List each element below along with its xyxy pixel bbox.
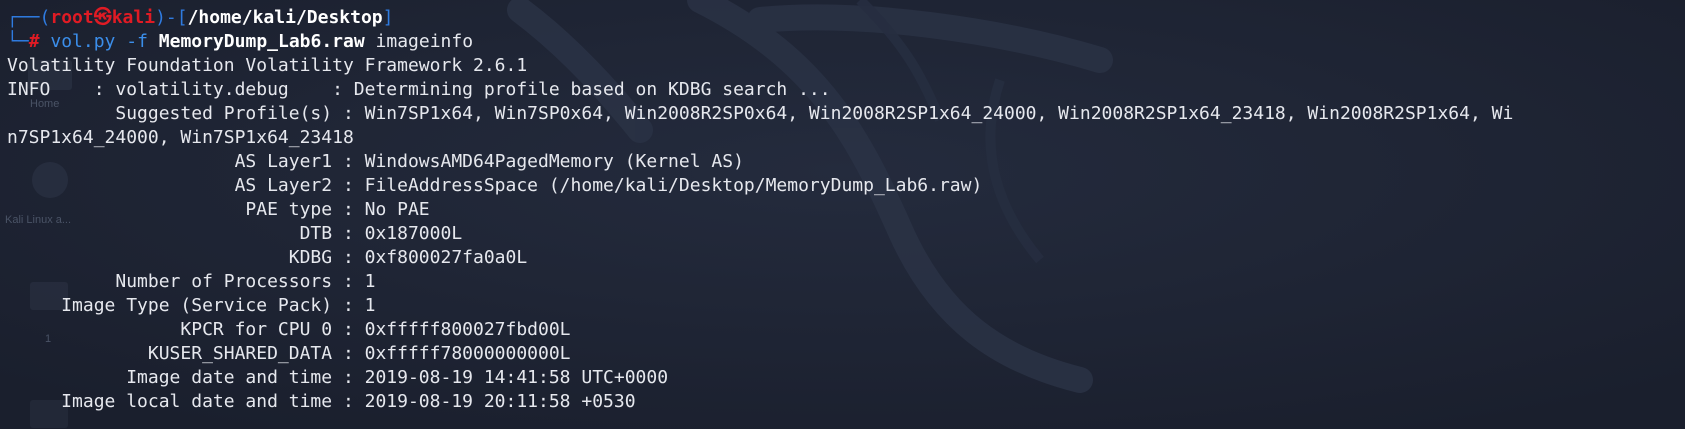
output-line: KDBG : 0xf800027fa0a0L: [7, 247, 528, 268]
command-line[interactable]: └─# vol.py -f MemoryDump_Lab6.raw imagei…: [0, 30, 1685, 54]
command-name: vol.py: [50, 31, 116, 52]
output-line: DTB : 0x187000L: [7, 223, 463, 244]
output-line: INFO : volatility.debug : Determining pr…: [7, 79, 831, 100]
output-line: KUSER_SHARED_DATA : 0xfffff78000000000L: [7, 343, 571, 364]
prompt-corner-top: ┌──(: [7, 7, 51, 28]
output-line: Image local date and time : 2019-08-19 2…: [7, 391, 636, 412]
output-line: Image Type (Service Pack) : 1: [7, 295, 376, 316]
output-line: Number of Processors : 1: [7, 271, 376, 292]
command-plugin: imageinfo: [375, 31, 474, 52]
output-line: AS Layer2 : FileAddressSpace (/home/kali…: [7, 175, 983, 196]
prompt-hash: #: [28, 31, 51, 52]
terminal-window[interactable]: ┌──(root㉿kali)-[/home/kali/Desktop] └─# …: [0, 6, 1685, 414]
prompt-cwd: /home/kali/Desktop: [187, 7, 383, 28]
output-line: KPCR for CPU 0 : 0xfffff800027fbd00L: [7, 319, 571, 340]
prompt-bracket-end: ]: [382, 7, 394, 28]
output-line: Volatility Foundation Volatility Framewo…: [7, 55, 528, 76]
prompt-user-host: root㉿kali: [50, 7, 156, 28]
prompt-line-top: ┌──(root㉿kali)-[/home/kali/Desktop]: [0, 6, 1685, 30]
output-line: AS Layer1 : WindowsAMD64PagedMemory (Ker…: [7, 151, 744, 172]
command-flag: -f: [126, 31, 148, 52]
output-line: PAE type : No PAE: [7, 199, 430, 220]
prompt-separator: )-[: [155, 7, 188, 28]
output-line: Suggested Profile(s) : Win7SP1x64, Win7S…: [7, 103, 1514, 124]
prompt-corner-bottom: └─: [7, 31, 29, 52]
output-line: n7SP1x64_24000, Win7SP1x64_23418: [7, 127, 354, 148]
output-line: Image date and time : 2019-08-19 14:41:5…: [7, 367, 669, 388]
command-file-arg: MemoryDump_Lab6.raw: [158, 31, 365, 52]
